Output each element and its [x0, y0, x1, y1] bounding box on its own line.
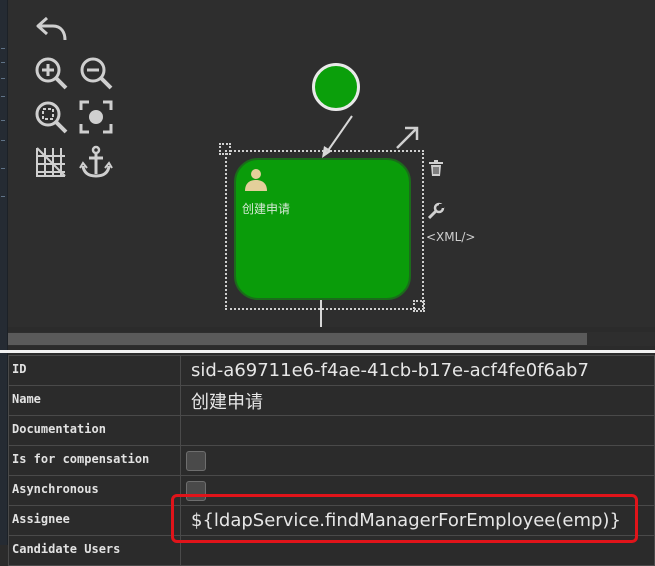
- property-row-name[interactable]: Name 创建申请: [8, 385, 655, 416]
- documentation-value[interactable]: [180, 415, 655, 446]
- property-row-documentation[interactable]: Documentation: [8, 415, 655, 446]
- resize-handle-top-left[interactable]: [219, 143, 231, 155]
- property-key: Documentation: [8, 415, 181, 446]
- property-key: Assignee: [8, 505, 181, 536]
- property-key: Candidate Users: [8, 535, 181, 566]
- property-row-id[interactable]: ID sid-a69711e6-f4ae-41cb-b17e-acf4fe0f6…: [8, 355, 655, 386]
- compensation-checkbox[interactable]: [186, 451, 206, 471]
- property-key: Asynchronous: [8, 475, 181, 506]
- horizontal-scrollbar-thumb[interactable]: [8, 333, 587, 345]
- wrench-icon[interactable]: [427, 202, 445, 220]
- id-value[interactable]: sid-a69711e6-f4ae-41cb-b17e-acf4fe0f6ab7: [180, 355, 655, 386]
- resize-handle-bottom-right[interactable]: [413, 300, 425, 312]
- property-row-compensation[interactable]: Is for compensation: [8, 445, 655, 476]
- property-key: Is for compensation: [8, 445, 181, 476]
- delete-icon[interactable]: [427, 159, 445, 177]
- name-value[interactable]: 创建申请: [180, 385, 655, 416]
- task-label: 创建申请: [242, 202, 291, 216]
- assignee-highlight-box: [171, 494, 638, 543]
- panel-divider[interactable]: [0, 350, 655, 353]
- resize-arrow-icon[interactable]: [393, 124, 421, 152]
- property-key: ID: [8, 355, 181, 386]
- property-key: Name: [8, 385, 181, 416]
- user-icon: [245, 169, 267, 191]
- outgoing-flow-line[interactable]: [320, 300, 322, 327]
- xml-link[interactable]: <XML/>: [426, 230, 475, 244]
